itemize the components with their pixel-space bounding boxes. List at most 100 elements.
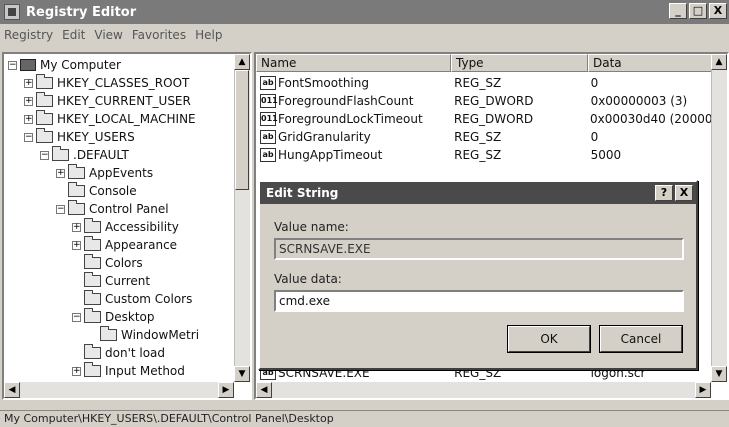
column-type-header[interactable]: Type: [451, 54, 588, 72]
expand-icon[interactable]: +: [24, 78, 33, 88]
tree-item[interactable]: + HKEY_CLASSES_ROOT: [24, 74, 189, 92]
tree-item[interactable]: don't load: [72, 344, 165, 362]
tree-item[interactable]: + AppEvents: [56, 164, 153, 182]
tree-item[interactable]: − Control Panel: [56, 200, 169, 218]
folder-icon: [84, 308, 101, 323]
values-horizontal-scrollbar[interactable]: ◀ ▶: [256, 382, 711, 398]
tree-item[interactable]: + Appearance: [72, 236, 177, 254]
folder-icon: [84, 290, 101, 305]
tree-item[interactable]: − .DEFAULT: [40, 146, 129, 164]
collapse-icon[interactable]: −: [72, 312, 81, 322]
folder-icon: [84, 344, 101, 359]
value-data-input[interactable]: cmd.exe: [274, 290, 684, 312]
scroll-up-arrow-icon[interactable]: ▲: [234, 54, 250, 70]
tree-item[interactable]: Custom Colors: [72, 290, 192, 308]
collapse-icon[interactable]: −: [56, 204, 65, 214]
tree-item[interactable]: + Accessibility: [72, 218, 179, 236]
dialog-title-bar[interactable]: Edit String ? X: [260, 182, 696, 204]
dialog-close-button[interactable]: X: [675, 185, 693, 201]
expand-icon[interactable]: +: [72, 240, 81, 250]
string-value-icon: ab: [260, 76, 276, 90]
value-row[interactable]: ab GridGranularity REG_SZ 0: [256, 128, 716, 146]
tree-item-label: HKEY_CURRENT_USER: [57, 94, 191, 108]
tree-item[interactable]: Colors: [72, 254, 143, 272]
menu-edit[interactable]: Edit: [62, 28, 85, 42]
tree-vertical-scrollbar[interactable]: ▲ ▼: [234, 54, 250, 382]
tree-item[interactable]: Current: [72, 272, 150, 290]
value-type: REG_SZ: [454, 76, 502, 90]
collapse-icon[interactable]: −: [24, 132, 33, 142]
menu-registry[interactable]: Registry: [4, 28, 53, 42]
cancel-button[interactable]: Cancel: [599, 325, 683, 353]
expand-icon[interactable]: +: [24, 96, 33, 106]
folder-icon: [84, 272, 101, 287]
expand-icon[interactable]: +: [24, 114, 33, 124]
tree-item[interactable]: + HKEY_CURRENT_USER: [24, 92, 191, 110]
dword-value-icon: 011: [260, 112, 278, 126]
column-name-header[interactable]: Name: [256, 54, 451, 72]
value-name: HungAppTimeout: [278, 148, 383, 162]
tree-item[interactable]: − Desktop: [72, 308, 155, 326]
column-data-header[interactable]: Data: [588, 54, 727, 72]
collapse-icon[interactable]: −: [8, 60, 17, 70]
dialog-title: Edit String: [266, 186, 339, 200]
tree-item[interactable]: + Input Method: [72, 362, 185, 380]
maximize-button[interactable]: □: [689, 3, 707, 19]
tree-item[interactable]: Console: [56, 182, 137, 200]
registry-editor-window: Registry Editor _ □ X Registry Edit View…: [0, 0, 729, 427]
tree-horizontal-scrollbar[interactable]: ◀ ▶: [4, 382, 234, 398]
scroll-down-arrow-icon[interactable]: ▼: [234, 366, 250, 382]
tree-item[interactable]: + HKEY_LOCAL_MACHINE: [24, 110, 196, 128]
value-row[interactable]: ab HungAppTimeout REG_SZ 5000: [256, 146, 716, 164]
folder-icon: [84, 218, 101, 233]
expand-icon[interactable]: +: [72, 222, 81, 232]
help-button[interactable]: ?: [655, 185, 673, 201]
registry-tree-pane[interactable]: − My Computer + HKEY_CLASSES_ROOT + HKEY_CURR…: [2, 52, 252, 400]
menu-view[interactable]: View: [94, 28, 122, 42]
tree-item-label: Colors: [105, 256, 143, 270]
tree-item-label: Accessibility: [105, 220, 179, 234]
menu-favorites[interactable]: Favorites: [132, 28, 186, 42]
tree-item[interactable]: − HKEY_USERS: [24, 128, 135, 146]
value-name: GridGranularity: [278, 130, 371, 144]
scroll-left-arrow-icon[interactable]: ◀: [4, 382, 20, 398]
tree-item-label: HKEY_LOCAL_MACHINE: [57, 112, 196, 126]
value-row[interactable]: 011 ForegroundLockTimeout REG_DWORD 0x00030…: [256, 110, 725, 128]
value-name: ForegroundLockTimeout: [278, 112, 423, 126]
folder-icon: [36, 92, 53, 107]
folder-icon: [68, 200, 85, 215]
value-name: FontSmoothing: [278, 76, 369, 90]
scroll-right-arrow-icon[interactable]: ▶: [695, 382, 711, 398]
value-row[interactable]: 011 ForegroundFlashCount REG_DWORD 0x000000…: [256, 92, 716, 110]
tree-item-label: Custom Colors: [105, 292, 193, 306]
scroll-right-arrow-icon[interactable]: ▶: [218, 382, 234, 398]
folder-icon: [84, 236, 101, 251]
folder-icon: [36, 128, 53, 143]
folder-icon: [68, 182, 85, 197]
tree-item[interactable]: − My Computer: [8, 56, 121, 74]
folder-icon: [36, 110, 53, 125]
folder-icon: [36, 74, 53, 89]
edit-string-dialog: Edit String ? X Value name: SCRNSAVE.EXE…: [258, 180, 698, 370]
minimize-button[interactable]: _: [669, 3, 687, 19]
tree-item[interactable]: WindowMetri: [88, 326, 199, 344]
value-row[interactable]: ab FontSmoothing REG_SZ 0: [256, 74, 716, 92]
tree-item-label: Input Method: [105, 364, 185, 378]
expand-icon[interactable]: +: [72, 366, 81, 376]
scroll-left-arrow-icon[interactable]: ◀: [256, 382, 272, 398]
collapse-icon[interactable]: −: [40, 150, 49, 160]
scroll-up-arrow-icon[interactable]: ▲: [711, 54, 727, 70]
folder-icon: [52, 146, 69, 161]
value-name-field: SCRNSAVE.EXE: [274, 238, 684, 260]
menu-help[interactable]: Help: [195, 28, 222, 42]
tree-scroll-thumb[interactable]: [235, 70, 249, 190]
tree-item-label: Control Panel: [89, 202, 169, 216]
value-data: 0: [590, 130, 599, 144]
values-vertical-scrollbar[interactable]: ▲ ▼: [711, 54, 727, 382]
close-button[interactable]: X: [709, 3, 727, 19]
ok-button[interactable]: OK: [507, 325, 591, 353]
title-bar[interactable]: Registry Editor _ □ X: [0, 0, 729, 24]
tree-item-label: don't load: [105, 346, 166, 360]
scroll-down-arrow-icon[interactable]: ▼: [711, 366, 727, 382]
expand-icon[interactable]: +: [56, 168, 65, 178]
